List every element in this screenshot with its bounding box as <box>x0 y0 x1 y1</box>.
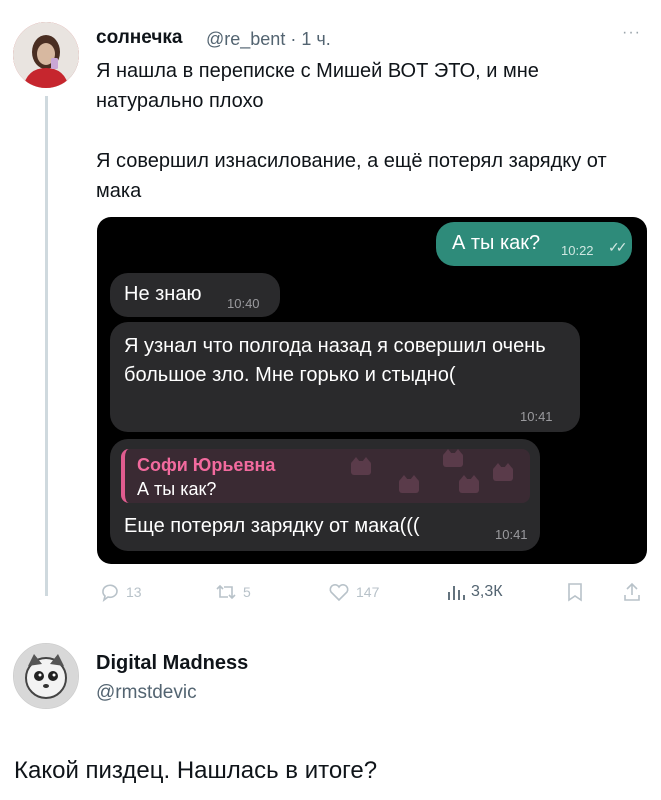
author-avatar[interactable] <box>13 22 79 88</box>
reply-text: Какой пиздец. Нашлась в итоге? <box>14 757 378 784</box>
share-action[interactable] <box>622 582 642 602</box>
message-time: 10:22 <box>561 243 594 258</box>
cat-pattern-icon <box>443 449 463 467</box>
bookmark-action[interactable] <box>566 582 584 602</box>
reply-icon <box>102 584 118 602</box>
retweet-icon <box>216 584 236 600</box>
author-handle[interactable]: @re_bent <box>206 29 285 49</box>
heart-icon <box>329 583 349 602</box>
read-checkmarks-icon: ✓✓ <box>608 239 628 255</box>
message-text: Я узнал что полгода назад я совершил оче… <box>124 335 546 386</box>
quoted-reply: Софи Юрьевна А ты как? <box>121 449 530 503</box>
reply-author-handle[interactable]: @rmstdevic <box>96 682 197 704</box>
incoming-message: Я узнал что полгода назад я совершил оче… <box>110 322 580 432</box>
retweet-action[interactable]: 5 <box>215 582 251 602</box>
message-time: 10:41 <box>520 409 553 424</box>
bookmark-icon <box>568 583 582 602</box>
reply-author-name[interactable]: Digital Madness <box>96 652 248 675</box>
views-count: 3,3К <box>471 583 503 600</box>
message-text: А ты как? <box>452 232 541 254</box>
reply-action[interactable]: 13 <box>100 582 142 602</box>
message-text: Еще потерял зарядку от мака((( <box>124 515 420 537</box>
incoming-reply-message: Софи Юрьевна А ты как? Еще потерял заряд… <box>110 439 540 551</box>
tweet-text: Я нашла в переписке с Мишей ВОТ ЭТО, и м… <box>96 60 607 202</box>
thread-line <box>45 96 48 596</box>
cat-pattern-icon <box>459 475 479 493</box>
reply-count: 13 <box>126 584 142 600</box>
message-text: Не знаю <box>124 283 202 305</box>
author-handle-time[interactable]: @re_bent · 1 ч. <box>206 29 331 50</box>
chat-screenshot: А ты как? 10:22 ✓✓ Не знаю 10:40 Я узнал… <box>97 217 647 564</box>
message-time: 10:40 <box>227 296 260 311</box>
cat-pattern-icon <box>351 457 371 475</box>
tweet-time[interactable]: 1 ч. <box>301 29 330 49</box>
views-icon <box>448 586 465 600</box>
more-options-icon[interactable]: ··· <box>622 24 641 42</box>
reply-quote: А ты как? <box>137 479 217 499</box>
tweet-actions: 13 5 147 3,3К <box>100 582 645 608</box>
message-time: 10:41 <box>495 527 528 542</box>
share-icon <box>624 582 640 601</box>
retweet-count: 5 <box>243 584 251 600</box>
like-action[interactable]: 147 <box>328 582 379 602</box>
reply-author: Софи Юрьевна <box>137 455 276 475</box>
incoming-message: Не знаю 10:40 <box>110 273 280 317</box>
cat-pattern-icon <box>493 463 513 481</box>
like-count: 147 <box>356 584 380 600</box>
separator: · <box>290 29 297 49</box>
cat-pattern-icon <box>399 475 419 493</box>
outgoing-message: А ты как? 10:22 ✓✓ <box>436 222 632 266</box>
author-name[interactable]: солнечка <box>96 27 182 49</box>
views-action[interactable]: 3,3К <box>445 582 503 602</box>
reply-author-avatar[interactable] <box>13 643 79 709</box>
